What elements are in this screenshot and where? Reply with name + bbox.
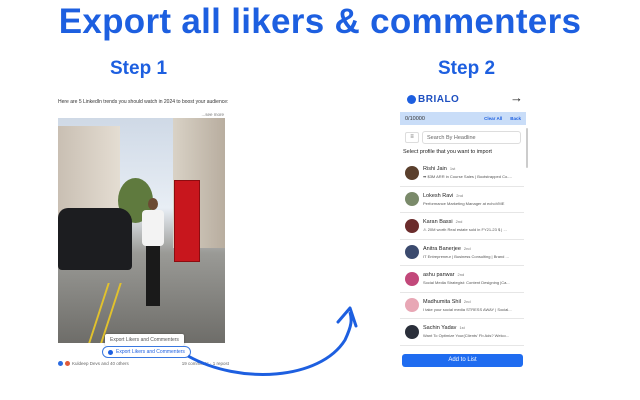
profile-headline: I take your social media STRESS AWAY | S… (423, 306, 512, 312)
connection-degree: 2nd (463, 245, 471, 251)
connection-degree: 2nd (463, 298, 471, 304)
profile-item[interactable]: Anitra Banerjee 2nd IT Entrepreneur | Busi… (400, 240, 524, 266)
back-button[interactable]: Back (510, 116, 521, 121)
connection-degree: 2nd (457, 272, 465, 278)
connection-degree: 2nd (455, 219, 463, 225)
brialo-panel: BRIALO → 0/10000 Clear All Back ≡ Search… (398, 88, 529, 373)
instruction-text: Select profile that you want to import (403, 149, 492, 155)
profile-name: Lokesh Ravi (423, 192, 454, 199)
profile-headline: ➡ $3M ARR in Course Sales | Bootstrapped… (423, 174, 512, 180)
profile-item[interactable]: Sachin Yadav 1st Want To Optimize Your(Cli… (400, 319, 524, 346)
profile-headline: Want To Optimize Your(Clients' Fb Ads? W… (423, 333, 510, 339)
avatar (405, 218, 419, 233)
profile-headline: ⚠ 20M worth Real estate sold in FY21-23 … (423, 227, 507, 233)
profile-headline: Social Media Strategist: Content Designi… (423, 280, 510, 286)
scrollbar[interactable] (526, 128, 528, 168)
profile-item[interactable]: Rishi Jain 1st ➡ $3M ARR in Course Sales |… (400, 160, 524, 187)
avatar (405, 165, 419, 180)
filter-icon[interactable]: ≡ (405, 132, 419, 143)
profile-item[interactable]: Madhumita Shil 2nd I take your social medi… (400, 293, 524, 319)
profile-name: Karan Bassi (423, 219, 453, 226)
avatar (405, 324, 419, 339)
avatar (405, 192, 419, 207)
profile-item[interactable]: Karan Bassi 2nd ⚠ 20M worth Real estate so… (400, 213, 524, 240)
profile-item[interactable]: Lokesh Ravi 2nd Performance Marketing Mana… (400, 187, 524, 213)
avatar (405, 271, 419, 286)
profile-name: Anitra Banerjee (423, 245, 461, 252)
profile-headline: IT Entrepreneur | Business Consulting | … (423, 253, 509, 259)
arrow-right-icon[interactable]: → (510, 90, 523, 105)
arrow-curve (187, 306, 358, 376)
brialo-logo: BRIALO (407, 94, 459, 105)
profile-list: Rishi Jain 1st ➡ $3M ARR in Course Sales |… (400, 160, 524, 346)
search-input[interactable]: Search By Headline (422, 131, 521, 144)
avatar (405, 245, 419, 260)
profile-name: Sachin Yadav (423, 325, 457, 332)
selected-count: 0/10000 (405, 115, 425, 122)
profile-headline: Performance Marketing Manager at echoVME (423, 200, 505, 206)
clear-all-button[interactable]: Clear All (484, 116, 502, 121)
avatar (405, 298, 419, 313)
add-to-list-button[interactable]: Add to List (402, 354, 523, 367)
profile-name: ashu panwar (423, 272, 455, 279)
connection-degree: 1st (459, 325, 465, 331)
profile-name: Rishi Jain (423, 166, 447, 173)
profile-item[interactable]: ashu panwar 2nd Social Media Strategist: C… (400, 266, 524, 293)
profile-name: Madhumita Shil (423, 298, 461, 305)
selection-bar: 0/10000 Clear All Back (400, 112, 526, 125)
connection-degree: 1st (449, 166, 456, 172)
connection-degree: 2nd (456, 192, 463, 198)
